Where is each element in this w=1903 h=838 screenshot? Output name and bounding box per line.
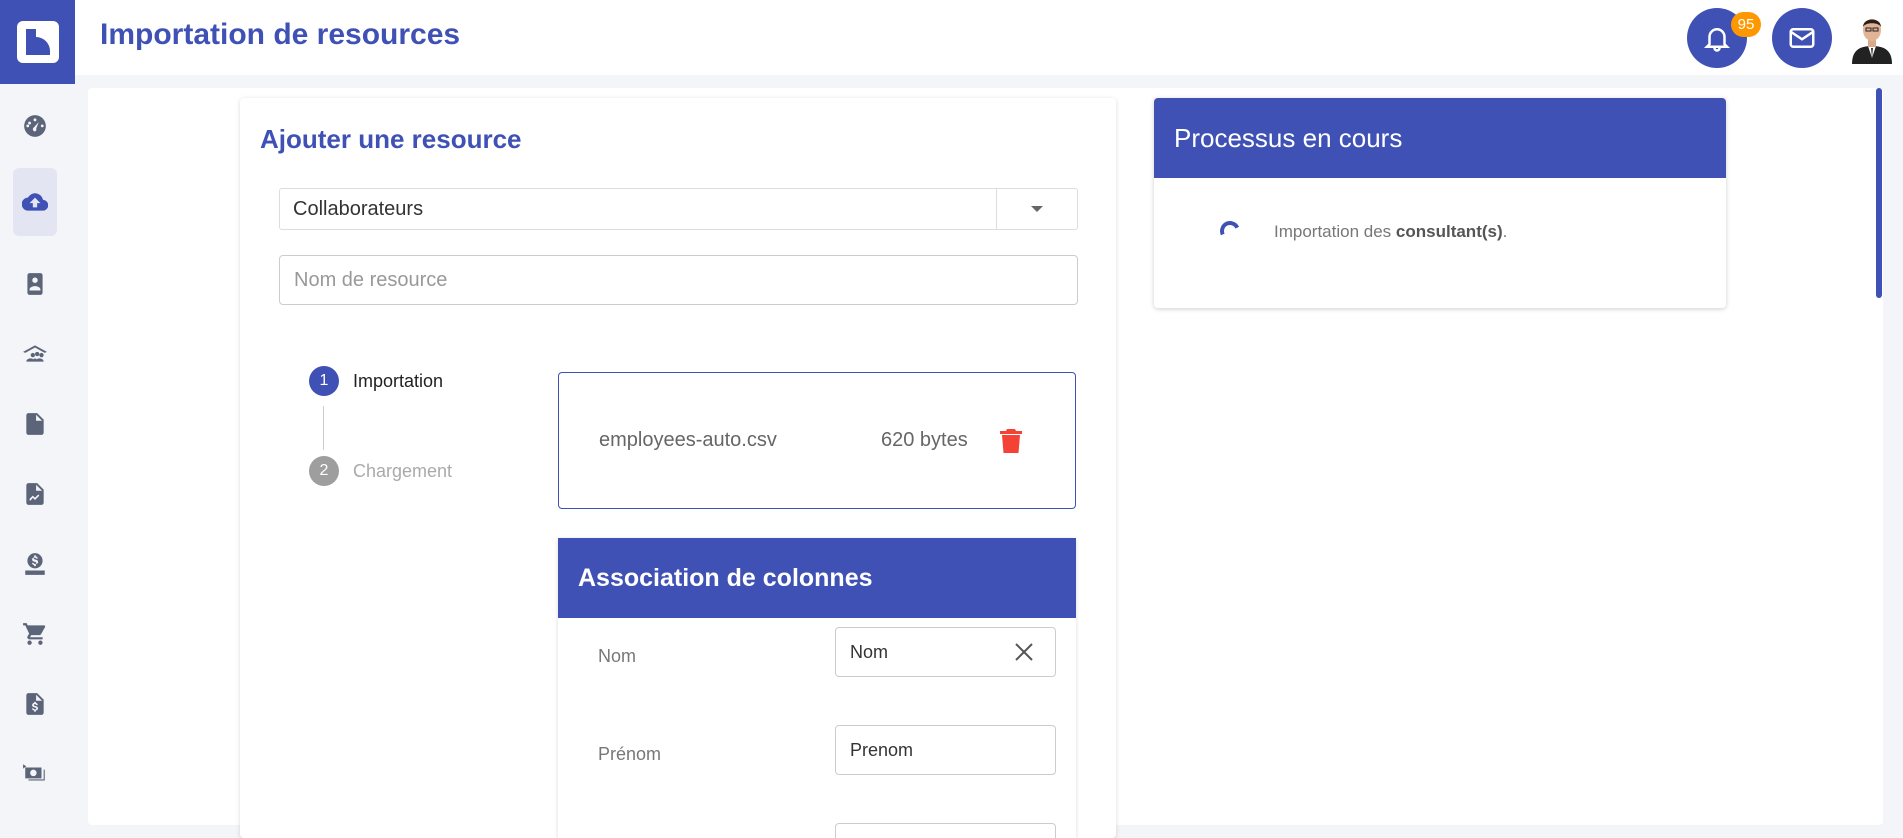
sidebar-item-payments[interactable]	[13, 530, 57, 598]
file-name: employees-auto.csv	[599, 429, 777, 451]
scrollbar[interactable]	[1876, 88, 1882, 298]
step-number: 1	[309, 366, 339, 396]
user-avatar[interactable]	[1848, 12, 1896, 64]
sidebar-item-team[interactable]	[13, 320, 57, 388]
dashboard-icon	[24, 115, 46, 137]
sidebar-item-contacts[interactable]	[13, 250, 57, 318]
process-text-bold: consultant(s)	[1395, 222, 1503, 241]
column-association-panel: Association de colonnes Nom Nom Prénom P…	[558, 538, 1076, 838]
process-card: Processus en cours Importation des consu…	[1154, 98, 1726, 308]
column-association-title: Association de colonnes	[558, 538, 1076, 618]
column-label-nom: Nom	[598, 646, 637, 666]
column-label-prenom: Prénom	[598, 744, 662, 764]
process-text-suffix: .	[1502, 222, 1508, 241]
close-icon[interactable]	[1013, 641, 1035, 663]
logo-icon	[16, 21, 59, 63]
team-icon	[23, 345, 47, 362]
payment-icon	[25, 553, 45, 575]
step-importation[interactable]: 1 Importation	[309, 366, 443, 396]
page-title: Importation de resources	[100, 18, 461, 51]
trash-icon[interactable]	[999, 428, 1023, 454]
top-header: Importation de resources 95	[75, 0, 1903, 75]
sidebar-item-reports[interactable]	[13, 460, 57, 528]
sidebar-item-documents[interactable]	[13, 390, 57, 458]
chevron-down-icon[interactable]	[996, 189, 1077, 229]
document-icon	[26, 413, 44, 435]
step-number: 2	[309, 456, 339, 486]
contact-card-icon	[27, 273, 43, 295]
sidebar-item-dashboard[interactable]	[13, 92, 57, 160]
column-select-value: Nom	[850, 641, 889, 662]
notification-badge: 95	[1731, 12, 1761, 37]
envelope-icon	[1789, 28, 1815, 48]
file-size: 620 bytes	[881, 429, 968, 451]
resource-name-input[interactable]	[279, 255, 1078, 305]
uploaded-file-box: employees-auto.csv 620 bytes	[558, 372, 1076, 509]
column-select-prenom[interactable]: Prenom	[835, 725, 1056, 775]
process-title: Processus en cours	[1154, 98, 1726, 178]
money-exchange-icon	[23, 764, 45, 781]
step-label: Chargement	[353, 460, 453, 481]
resource-type-select[interactable]: Collaborateurs	[279, 188, 1078, 230]
sidebar-item-cart[interactable]	[13, 600, 57, 668]
sidebar-item-invoices[interactable]	[13, 670, 57, 738]
bell-icon	[1703, 28, 1731, 52]
sidebar	[0, 0, 75, 838]
cloud-upload-icon	[22, 193, 48, 211]
step-label: Importation	[353, 370, 444, 391]
step-connector	[323, 406, 324, 450]
resource-type-value: Collaborateurs	[293, 197, 424, 220]
report-icon	[26, 483, 44, 505]
column-select-next[interactable]	[835, 823, 1056, 838]
process-text-prefix: Importation des	[1274, 222, 1396, 241]
column-select-value: Prenom	[850, 739, 914, 760]
add-resource-title: Ajouter une resource	[260, 124, 522, 154]
app-logo[interactable]	[0, 0, 75, 84]
add-resource-card: Ajouter une resource Collaborateurs 1 Im…	[240, 98, 1116, 838]
notifications-button[interactable]: 95	[1687, 8, 1761, 68]
sidebar-item-exchange[interactable]	[13, 740, 57, 808]
sidebar-item-import[interactable]	[13, 168, 57, 236]
loading-spinner-icon	[1217, 218, 1243, 244]
step-chargement[interactable]: 2 Chargement	[309, 456, 452, 486]
messages-button[interactable]	[1772, 8, 1832, 68]
user-avatar-image	[1852, 19, 1892, 64]
cart-icon	[23, 623, 46, 645]
column-select-nom[interactable]: Nom	[835, 627, 1056, 677]
process-status-text: Importation des consultant(s).	[1274, 222, 1507, 242]
invoice-icon	[26, 693, 44, 715]
